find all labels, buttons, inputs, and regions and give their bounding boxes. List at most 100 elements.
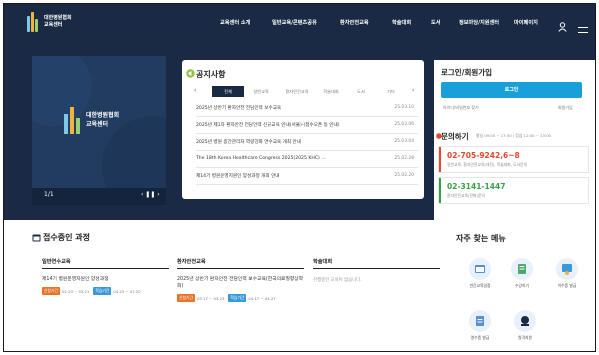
slide-title-line1: 대한병원협회 (86, 112, 120, 119)
course-column-head: 일반연수교육 (42, 258, 169, 269)
logo-mark-icon (26, 10, 40, 34)
find-account-link[interactable]: 아이디/비밀번호 찾기 (443, 105, 479, 111)
site-logo[interactable]: 대한병원협회 교육센터 (26, 10, 72, 34)
course-dates: 신청기간 02.20 ~ 03.21 학습기간 04.23 ~ 07.20 (42, 287, 169, 295)
courses-section-title: 접수중인 과정 (43, 233, 90, 242)
list-item[interactable]: 2025년 병원 종간관리자 역량강화 연수교육 개최 안내 25.03.04 (196, 134, 418, 151)
notice-item-date: 25.03.06 (394, 122, 414, 127)
megaphone-icon (186, 69, 195, 78)
course-column-patient-safety: 환자안전교육 2025년 상반기 환자안전 전담인력 보수교육(한국의료질향상학… (177, 258, 304, 318)
inquiry-number: 02-3141-1447 (447, 182, 506, 191)
list-item[interactable]: The 18th Korea Healthcare Congress 2025(… (196, 151, 418, 168)
notice-tabs: ‹ 전체 일반교육 환자안전교육 학술대회 도서 기타 › (194, 86, 418, 97)
study-period-badge: 학습기간 (228, 294, 247, 302)
top-navigation-bar: 대한병원협회 교육센터 교육센터 소개 일반교육/콘텐츠공유 환자안전교육 학술… (4, 4, 595, 42)
tabs-next-icon[interactable]: › (412, 87, 414, 94)
study-period-date: 04.23 ~ 07.20 (113, 288, 141, 294)
inquiry-accent-bar (439, 147, 441, 172)
apply-period-badge: 신청기간 (177, 294, 195, 302)
notice-item-title: The 18th Korea Healthcare Congress 2025(… (196, 156, 326, 161)
tabs-prev-icon[interactable]: ‹ (194, 87, 196, 94)
apply-period-badge: 신청기간 (42, 287, 60, 295)
list-item[interactable]: 2025년 제1차 환자안전 전담인력 신규교육 안내(서울)-(접수오픈 등 … (196, 117, 418, 134)
slide-pager: 1/1 (44, 191, 54, 198)
tab-conference[interactable]: 학술대회 (316, 86, 346, 97)
user-icon[interactable] (558, 17, 567, 36)
notice-item-title: 2025년 상반기 환자안전 전담인력 보수교육 (196, 106, 282, 111)
study-icon (511, 258, 533, 280)
course-column-head: 학술대회 (313, 258, 440, 269)
slide-title-line2: 교육센터 (86, 121, 109, 128)
notice-item-date: 25.02.20 (394, 173, 414, 178)
list-item[interactable]: 제14기 병원운영지원인 양성과정 개최 안내 25.02.20 (196, 168, 418, 185)
logo-line1: 대한병원협회 (44, 15, 72, 21)
quick-item-label: 수강하기 (515, 283, 529, 288)
page-frame: 대한병원협회 교육센터 교육센터 소개 일반교육/콘텐츠공유 환자안전교육 학술… (3, 3, 596, 352)
receipt-icon (469, 310, 491, 332)
inquiry-contact-patient-safety[interactable]: 02-3141-1447 환자안전교육(전화)문의 (438, 177, 589, 204)
apply-period-date: 02.20 ~ 03.21 (61, 288, 90, 294)
certificate-icon (556, 258, 578, 280)
quick-item-study[interactable]: 수강하기 (506, 258, 538, 298)
inquiry-contact-general[interactable]: 02-705-9242,6~8 일반교육, 환자안전교육(대전), 학술대회, … (438, 146, 589, 173)
tab-books[interactable]: 도서 (350, 86, 372, 97)
notice-list: 2025년 상반기 환자안전 전담인력 보수교육 25.03.10 2025년 … (196, 100, 418, 185)
quick-item-label: 이수증 발급 (557, 283, 577, 288)
inquiry-desc: 일반교육, 환자안전교육(대전), 학술대회, 도서문의 (447, 162, 528, 167)
calendar-icon (469, 258, 491, 280)
inquiry-hours: 평일 09:00 ~ 17:30 / 점심 12:00 ~ 13:00 (476, 133, 552, 138)
remote-support-icon (514, 310, 536, 332)
menu-item-patient-safety[interactable]: 환자안전교육 (340, 19, 369, 26)
quick-item-label: 영수증 발급 (470, 335, 490, 340)
study-period-badge: 학습기간 (93, 287, 112, 295)
tab-general[interactable]: 일반교육 (246, 86, 276, 97)
tab-etc[interactable]: 기타 (380, 86, 402, 97)
notice-title: 공지사항 (196, 70, 226, 79)
quick-item-label: 원격지원 (518, 335, 532, 340)
join-link[interactable]: 회원가입 (558, 105, 573, 111)
login-button[interactable]: 로그인 (441, 82, 582, 98)
menu-item-general-education[interactable]: 일반교육/콘텐츠공유 (272, 19, 317, 26)
menu-item-books[interactable]: 도서 (431, 19, 441, 26)
course-column-conference: 학술대회 진행중인 교육이 없습니다. (313, 258, 440, 318)
logo-text: 대한병원협회 교육센터 (44, 15, 72, 29)
notice-item-date: 25.03.04 (394, 139, 414, 144)
notice-item-title: 2025년 제1차 환자안전 전담인력 신규교육 안내(서울)-(접수오픈 등 … (196, 123, 340, 128)
quick-item-certificate[interactable]: 이수증 발급 (551, 258, 583, 298)
slide-logo-mark-icon (64, 107, 80, 134)
notice-item-title: 제14기 병원운영지원인 양성과정 개최 안내 (196, 174, 280, 179)
inquiry-number: 02-705-9242,6~8 (447, 151, 520, 160)
quick-menu-title: 자주 찾는 메뉴 (456, 234, 506, 243)
tab-all[interactable]: 전체 (212, 86, 244, 97)
study-period-date: 04.17 ~ 04.27 (248, 295, 276, 301)
menu-item-about[interactable]: 교육센터 소개 (220, 19, 250, 26)
quick-item-remote-support[interactable]: 원격지원 (509, 310, 541, 350)
course-title[interactable]: 2025년 상반기 환자안전 전담인력 보수교육(한국의료질향상학회) (177, 276, 304, 290)
course-column-head: 환자안전교육 (177, 258, 304, 269)
list-item[interactable]: 2025년 상반기 환자안전 전담인력 보수교육 25.03.10 (196, 100, 418, 117)
quick-item-schedule[interactable]: 연간교육일정 (464, 258, 496, 298)
menu-item-conference[interactable]: 학술대회 (392, 19, 411, 26)
menu-item-info-support[interactable]: 정보마당/지원센터 (459, 19, 499, 26)
login-panel: 로그인/회원가입 로그인 아이디/비밀번호 찾기 회원가입 문의하기 평일 09… (434, 60, 595, 220)
tab-patient-safety[interactable]: 환자안전교육 (280, 86, 314, 97)
hero-slide[interactable]: 대한병원협회 교육센터 (32, 56, 166, 199)
quick-item-label: 연간교육일정 (469, 283, 491, 288)
hamburger-icon[interactable] (578, 19, 588, 38)
slide-controls[interactable]: ‹ ❚❚ › (141, 191, 160, 198)
inquiry-desc: 환자안전교육(전화)문의 (447, 193, 485, 198)
login-title: 로그인/회원가입 (441, 68, 493, 77)
notice-item-date: 25.03.10 (394, 105, 414, 110)
course-dates: 신청기간 03.17 ~ 03.23 학습기간 04.17 ~ 04.27 (177, 294, 304, 302)
notice-item-date: 25.02.28 (394, 156, 414, 161)
menu-item-mypage[interactable]: 마이페이지 (514, 19, 538, 26)
course-column-general: 일반연수교육 제14기 병원운영지원인 양성과정 신청기간 02.20 ~ 03… (42, 258, 169, 318)
notice-panel: 공지사항 ‹ 전체 일반교육 환자안전교육 학술대회 도서 기타 › 2025년… (182, 60, 424, 199)
inquiry-title: 문의하기 (441, 132, 469, 141)
course-title[interactable]: 제14기 병원운영지원인 양성과정 (42, 276, 169, 283)
quick-item-receipt[interactable]: 영수증 발급 (464, 310, 496, 350)
notice-item-title: 2025년 병원 종간관리자 역량강화 연수교육 개최 안내 (196, 140, 301, 145)
empty-message: 진행중인 교육이 없습니다. (313, 278, 362, 283)
calendar-check-icon (32, 234, 41, 242)
apply-period-date: 03.17 ~ 03.23 (196, 295, 225, 301)
